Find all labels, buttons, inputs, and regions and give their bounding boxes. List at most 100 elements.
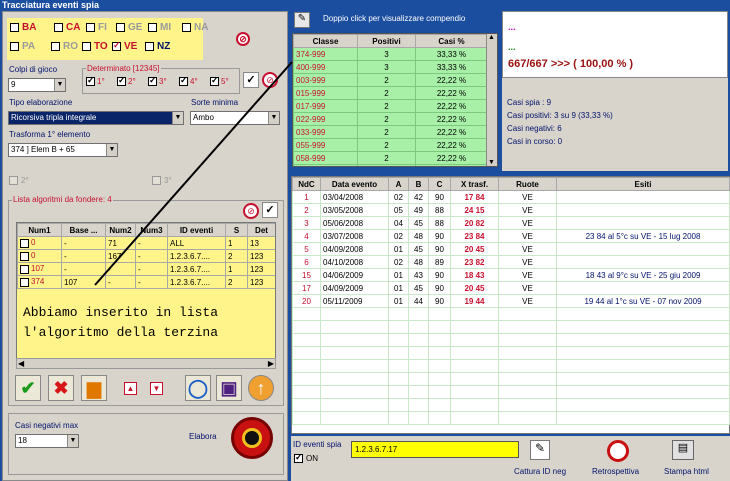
wheel-mi[interactable]: MI [148,22,171,33]
move-up-button[interactable]: ▲ [124,382,137,395]
wheel-ca[interactable]: CA [54,22,80,33]
trasforma-select[interactable]: 374 ] Elem B + 65 ▼ [8,143,118,157]
move-down-button[interactable]: ▼ [150,382,163,395]
casi-neg-select[interactable]: 18 ▼ [15,434,79,448]
table-row[interactable]: 374-999 3 33,33 % [293,47,488,61]
column-header[interactable]: Classe [293,34,358,48]
column-header[interactable]: Base ... [61,223,106,237]
table-row[interactable]: 058-999 2 22,22 % [293,151,488,165]
up-button[interactable]: ↑ [248,375,274,401]
column-header[interactable]: A [388,177,409,191]
colpi-select[interactable]: 9 ▼ [8,78,66,92]
table-row[interactable]: 4 03/07/2008 02 48 90 23 84 VE 23 84 al 5°c su … [292,229,730,243]
table-row[interactable]: 017-999 2 22,22 % [293,99,488,113]
wheel-na[interactable]: NA [182,22,208,33]
table-row[interactable]: 3 05/06/2008 04 45 88 20 82 VE [292,216,730,230]
opt2-checkbox[interactable]: 2° [9,176,29,185]
check-list-icon[interactable]: ✓ [262,202,278,218]
column-header[interactable]: NdC [292,177,321,191]
tipo-select[interactable]: Ricorsiva tripla integrale ▼ [8,111,184,125]
table-row[interactable]: 015-999 2 22,22 % [293,86,488,100]
column-header[interactable]: Positivi [357,34,416,48]
list-item[interactable]: 107- - -1.2.3.6.7.... 1 123 [17,262,275,276]
lista-grid[interactable]: Num1 Base ... Num2 Num3 ID eventi S Det 0-71- A… [16,222,276,369]
column-header[interactable]: S [225,223,248,237]
arrow-right-icon[interactable]: ▶ [268,359,274,368]
confirm-button[interactable]: ✔ [15,375,41,401]
row-checkbox[interactable] [20,264,29,274]
bucket-button[interactable]: ▆ [81,375,107,401]
table-row[interactable]: 067-999222,22 % [293,164,488,166]
delete-button[interactable]: ✖ [48,375,74,401]
table-row[interactable]: 400-999 3 33,33 % [293,60,488,74]
wheel-ve[interactable]: VE [112,40,137,52]
stampa-button[interactable]: Stampa html [664,467,709,476]
wheel-pa[interactable]: PA [10,41,35,52]
cattura-button[interactable]: Cattura ID neg [514,467,566,476]
table-row[interactable]: 20 05/11/2009 01 44 90 19 44 VE 19 44 al 1°c su… [292,294,730,308]
clear-list-icon[interactable]: ⊘ [243,203,259,219]
arrow-up-icon[interactable]: ▲ [488,34,495,41]
compendio-icon[interactable]: ✎ [294,12,310,28]
determinato-5[interactable]: 5° [210,75,229,86]
row-checkbox[interactable] [20,238,29,248]
column-header[interactable]: B [408,177,429,191]
table-row[interactable]: 5 04/09/2008 01 45 90 20 45 VE [292,242,730,256]
compendio-grid[interactable]: Classe Positivi Casi % 374-999 3 33,33 % 400-… [292,33,498,167]
column-header[interactable]: X trasf. [450,177,499,191]
determinato-4[interactable]: 4° [179,75,198,86]
retro-icon[interactable] [607,440,629,462]
column-header[interactable]: ID eventi [167,223,226,237]
wheel-nz[interactable]: NZ [145,41,170,52]
table-row[interactable]: 6 04/10/2008 02 48 89 23 82 VE [292,255,730,269]
table-row[interactable]: 003-999 2 22,22 % [293,73,488,87]
results-grid[interactable]: NdC Data evento A B C X trasf. Ruote Esiti 1 03/… [291,176,730,434]
lista-hscrollbar[interactable]: ◀ ▶ [16,358,276,369]
column-header[interactable]: Casi % [415,34,488,48]
wheel-ba[interactable]: BA [10,22,36,33]
uncheck-all-icon[interactable]: ⊘ [262,72,278,88]
row-checkbox[interactable] [20,277,29,287]
table-row[interactable]: 15 04/06/2009 01 43 90 18 43 VE 18 43 al 9°c su… [292,268,730,282]
determinato-3[interactable]: 3° [148,75,167,86]
retro-button[interactable]: Retrospettiva [592,467,639,476]
column-header[interactable]: Ruote [498,177,557,191]
id-eventi-input[interactable]: 1.2.3.6.7.17 [351,441,519,458]
save-button[interactable]: ▣ [216,375,242,401]
column-header[interactable]: Num2 [105,223,136,237]
cattura-icon[interactable]: ✎ [530,440,550,460]
wheel-to[interactable]: TO [82,41,108,52]
wheel-fi[interactable]: FI [86,22,107,33]
column-header[interactable]: Num1 [17,223,62,237]
table-row[interactable]: 1 03/04/2008 02 42 90 17 84 VE [292,190,730,204]
determinato-1[interactable]: 1° [86,75,105,86]
opt3-checkbox[interactable]: 3° [152,176,172,185]
table-row[interactable]: 022-999 2 22,22 % [293,112,488,126]
table-row[interactable]: 055-999 2 22,22 % [293,138,488,152]
table-row[interactable]: 033-999 2 22,22 % [293,125,488,139]
row-checkbox[interactable] [20,251,29,261]
table-row[interactable]: 2 03/05/2008 05 49 88 24 15 VE [292,203,730,217]
refresh-button[interactable]: ◯ [185,375,211,401]
printer-icon[interactable]: ▤ [672,440,694,460]
list-item[interactable]: 374 107- -1.2.3.6.7.... 2 123 [17,275,275,289]
elabora-button[interactable] [231,417,273,459]
column-header[interactable]: Esiti [556,177,730,191]
arrow-down-icon[interactable]: ▼ [488,159,495,166]
list-item[interactable]: 0-71- ALL 1 13 [17,236,275,250]
wheel-ge[interactable]: GE [116,22,142,33]
on-checkbox[interactable]: ON [294,452,318,463]
column-header[interactable]: Num3 [135,223,168,237]
determinato-2[interactable]: 2° [117,75,136,86]
table-row[interactable]: 17 04/09/2009 01 45 90 20 45 VE [292,281,730,295]
clear-wheels-icon[interactable]: ⊘ [236,32,250,46]
arrow-left-icon[interactable]: ◀ [18,359,24,368]
check-all-icon[interactable]: ✓ [243,72,259,88]
wheel-ro[interactable]: RO [51,41,78,52]
column-header[interactable]: Det [247,223,275,237]
list-item[interactable]: 0-167-1.2.3.6.7.... 2 123 [17,249,275,263]
compendio-vscrollbar[interactable]: ▲ ▼ [486,34,497,166]
sorte-select[interactable]: Ambo ▼ [190,111,280,125]
column-header[interactable]: C [428,177,451,191]
column-header[interactable]: Data evento [320,177,389,191]
